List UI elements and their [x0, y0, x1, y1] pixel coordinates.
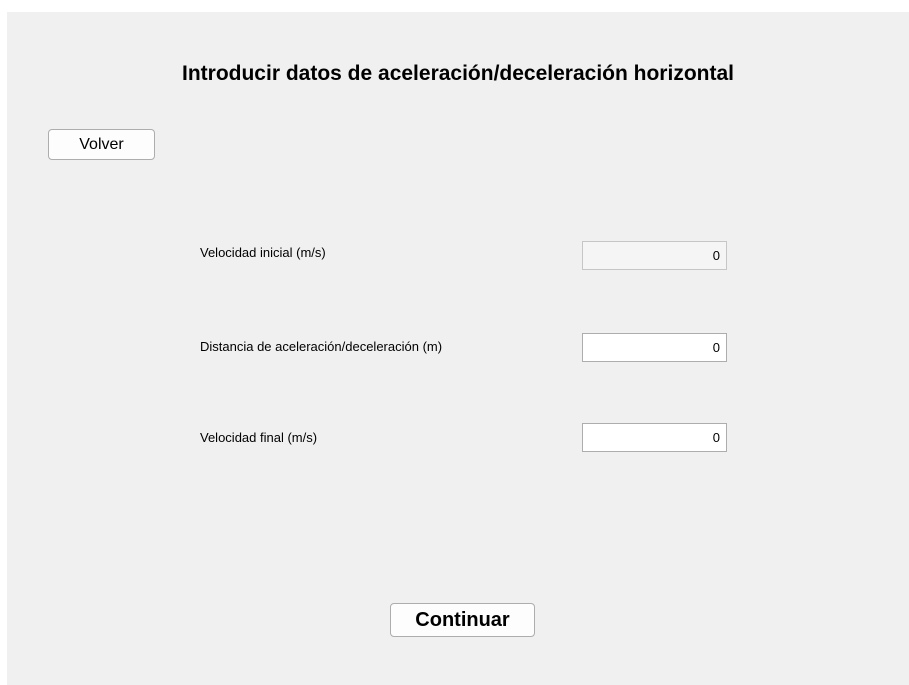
page-title: Introducir datos de aceleración/decelera… [182, 62, 734, 85]
distance-field[interactable]: 0 [582, 333, 727, 362]
continue-button[interactable]: Continuar [390, 603, 535, 637]
distance-label: Distancia de aceleración/deceleración (m… [200, 339, 443, 354]
final-velocity-label: Velocidad final (m/s) [200, 430, 318, 445]
back-button[interactable]: Volver [48, 129, 155, 160]
initial-velocity-field: 0 [582, 241, 727, 270]
app-window: Introducir datos de aceleración/decelera… [7, 12, 909, 685]
final-velocity-field[interactable]: 0 [582, 423, 727, 452]
initial-velocity-label: Velocidad inicial (m/s) [200, 245, 326, 260]
